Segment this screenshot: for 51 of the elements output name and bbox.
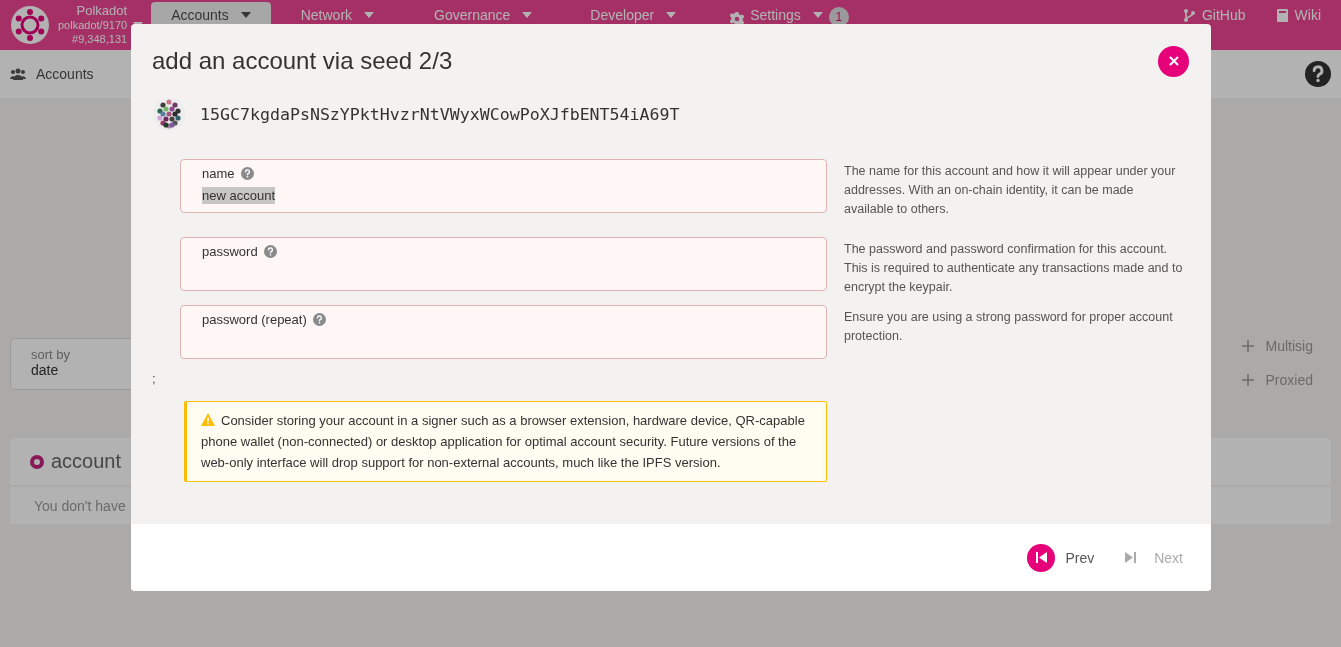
prev-button[interactable]: Prev bbox=[1027, 543, 1095, 572]
plus-icon bbox=[1241, 374, 1254, 386]
add-action-button[interactable]: Proxied bbox=[1241, 372, 1313, 388]
chain-spec: polkadot/9170 bbox=[58, 18, 128, 32]
skip-back-icon bbox=[1035, 552, 1047, 563]
caret-icon bbox=[666, 12, 677, 18]
nav-tab[interactable]: Developer bbox=[570, 2, 697, 50]
field-label: password bbox=[202, 244, 258, 259]
gear-icon bbox=[730, 12, 745, 26]
logo-icon[interactable] bbox=[10, 5, 50, 45]
book-icon bbox=[1275, 8, 1289, 22]
notification-badge: 1 bbox=[828, 7, 849, 27]
help-text: Ensure you are using a strong password for proper account protection. bbox=[844, 309, 1174, 345]
field-label: password (repeat) bbox=[202, 312, 307, 327]
warning-message: Consider storing your account in a signer such as a browser extension, hardware device, QR-capable phone wallet (non-connected) or desktop application for optimal account security. Future versions of the web-only interface will drop support for non-external accounts, much like the IPFS version. bbox=[184, 401, 827, 482]
text-field[interactable]: password (repeat) bbox=[180, 305, 827, 359]
chain-name: Polkadot bbox=[76, 4, 128, 18]
help-icon[interactable] bbox=[263, 245, 277, 258]
modal-title: add an account via seed 2/3 bbox=[152, 47, 453, 75]
people-icon bbox=[10, 68, 26, 80]
warning-icon bbox=[201, 413, 215, 426]
help-text: The name for this account and how it will appear under your addresses. With an on-chain identity, it can be made available to others. bbox=[844, 163, 1177, 218]
help-icon[interactable] bbox=[312, 313, 326, 326]
nav-link[interactable]: Wiki bbox=[1275, 7, 1321, 23]
nav-link[interactable]: GitHub bbox=[1183, 7, 1246, 23]
text-field[interactable]: password bbox=[180, 237, 827, 291]
caret-icon bbox=[240, 12, 251, 18]
plus-icon bbox=[1241, 340, 1254, 352]
text-field[interactable]: name new account bbox=[180, 159, 827, 213]
branch-icon bbox=[1183, 8, 1196, 22]
help-icon[interactable] bbox=[1305, 61, 1331, 87]
nav-tab[interactable]: Network bbox=[280, 2, 395, 50]
block-number: #9,348,131 bbox=[72, 32, 128, 46]
stray-text: ; bbox=[152, 371, 156, 386]
ring-icon bbox=[30, 454, 44, 469]
account-address: 15GC7kgdaPsNSzYPktHvzrNtVWyxWCowPoXJfbENT54iA69T bbox=[200, 104, 680, 124]
caret-icon bbox=[522, 12, 533, 18]
nav-tab[interactable]: Governance bbox=[414, 2, 553, 50]
help-text: The password and password confirmation for this account. This is required to authenticate any transactions made and to encrypt the keypair. bbox=[844, 241, 1184, 296]
empty-message: You don't have bbox=[34, 497, 126, 514]
field-value: new account bbox=[202, 187, 275, 204]
page-title[interactable]: Accounts bbox=[36, 66, 94, 82]
help-icon[interactable] bbox=[240, 167, 254, 180]
caret-icon bbox=[364, 12, 375, 18]
add-action-button[interactable]: Multisig bbox=[1241, 338, 1313, 354]
close-button[interactable] bbox=[1158, 45, 1189, 77]
skip-forward-icon bbox=[1124, 552, 1136, 563]
field-label: name bbox=[202, 166, 235, 181]
card-title: account bbox=[51, 450, 122, 473]
caret-icon bbox=[812, 12, 823, 18]
close-icon bbox=[1168, 56, 1179, 66]
